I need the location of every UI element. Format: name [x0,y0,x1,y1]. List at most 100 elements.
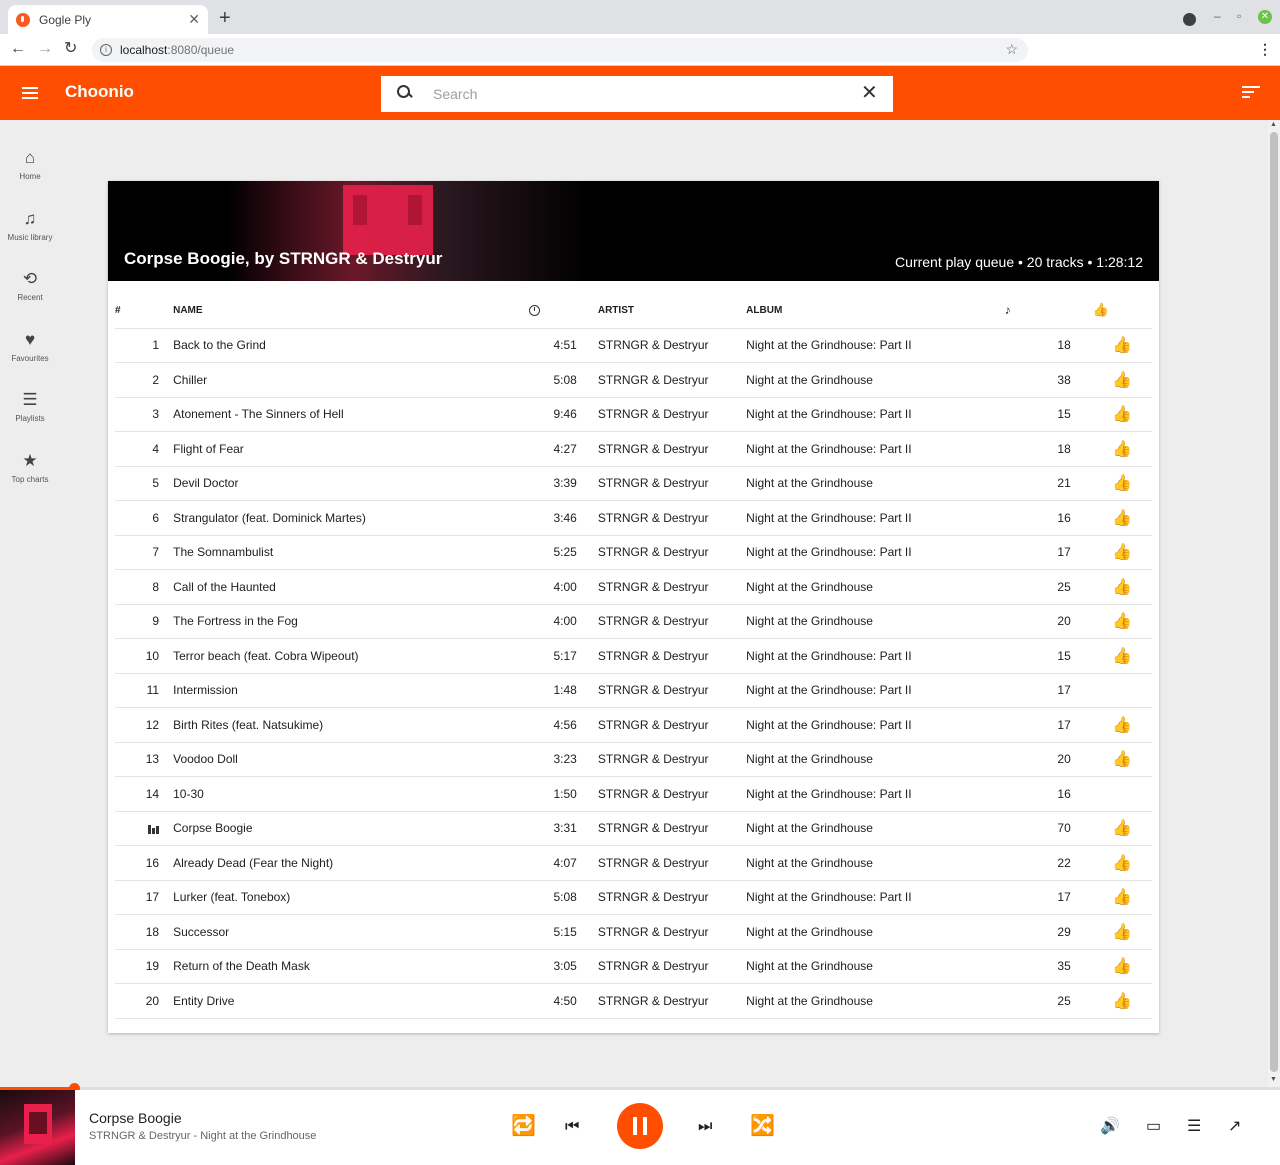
track-album[interactable]: Night at the Grindhouse [746,810,1005,846]
sidebar-item-favourites[interactable]: ♥ Favourites [0,330,60,386]
now-playing-cover[interactable] [0,1090,75,1165]
now-playing-subtitle[interactable]: STRNGR & Destryur - Night at the Grindho… [89,1130,316,1142]
track-album[interactable]: Night at the Grindhouse [746,948,1005,984]
thumb-up-icon[interactable]: 👍 [1112,853,1132,873]
track-rating-cell[interactable]: 👍 [1070,879,1152,915]
thumb-up-icon[interactable]: 👍 [1112,991,1132,1011]
track-rating-cell[interactable]: 👍 [1070,845,1152,880]
table-row[interactable]: 7 The Somnambulist 5:25 STRNGR & Destryur Ni… [115,534,1152,570]
url-field[interactable]: i localhost:8080/queue ☆ [92,38,1028,62]
site-info-icon[interactable]: i [100,44,112,56]
table-row[interactable]: 16 Already Dead (Fear the Night) 4:07 STRNG… [115,845,1152,880]
track-rating-cell[interactable]: 👍 [1070,948,1152,984]
track-album[interactable]: Night at the Grindhouse: Part II [746,500,1005,535]
table-row[interactable]: 10 Terror beach (feat. Cobra Wipeout) 5:17… [115,638,1152,673]
track-rating-cell[interactable] [1070,776,1152,811]
extension-icon[interactable] [1183,13,1196,26]
track-album[interactable]: Night at the Grindhouse [746,603,1005,639]
page-scrollbar[interactable]: ▲ ▼ [1268,120,1280,1088]
window-close-icon[interactable]: ✕ [1258,10,1272,24]
table-row[interactable]: 3 Atonement - The Sinners of Hell 9:46 STRN… [115,396,1152,432]
new-tab-icon[interactable]: + [219,8,231,28]
track-album[interactable]: Night at the Grindhouse: Part II [746,672,1005,708]
table-row[interactable]: 11 Intermission 1:48 STRNGR & Destryur Night… [115,672,1152,708]
table-row[interactable]: 4 Flight of Fear 4:27 STRNGR & Destryur Nigh… [115,431,1152,466]
sidebar-item-recent[interactable]: ⟲ Recent [0,269,60,325]
track-rating-cell[interactable]: 👍 [1070,914,1152,949]
search-icon[interactable] [397,85,411,99]
clear-search-icon[interactable]: ✕ [861,83,878,103]
track-rating-cell[interactable]: 👍 [1070,327,1152,363]
track-artist[interactable]: STRNGR & Destryur [576,776,747,811]
track-rating-cell[interactable]: 👍 [1070,465,1152,501]
now-playing-title[interactable]: Corpse Boogie [89,1110,182,1126]
track-artist[interactable]: STRNGR & Destryur [576,431,747,466]
forward-icon[interactable]: → [37,40,53,58]
col-name-header[interactable]: NAME [173,293,529,328]
search-input[interactable] [433,84,833,104]
queue-menu-icon[interactable] [1242,86,1260,100]
col-artist-header[interactable]: ARTIST [577,293,746,328]
track-rating-cell[interactable]: 👍 [1070,569,1152,604]
reload-icon[interactable]: ↻ [64,40,77,58]
col-rating-header[interactable]: 👍 [1071,293,1152,328]
table-row[interactable]: 17 Lurker (feat. Tonebox) 5:08 STRNGR & Des… [115,879,1152,915]
table-row[interactable]: 2 Chiller 5:08 STRNGR & Destryur Night at th… [115,362,1152,397]
track-album[interactable]: Night at the Grindhouse [746,845,1005,880]
tab-close-icon[interactable]: ✕ [188,11,200,28]
back-icon[interactable]: ← [10,40,26,58]
track-album[interactable]: Night at the Grindhouse: Part II [746,327,1005,363]
shuffle-icon[interactable]: 🔀 [750,1116,775,1136]
track-rating-cell[interactable]: 👍 [1070,396,1152,432]
track-rating-cell[interactable]: 👍 [1070,810,1152,846]
table-row[interactable]: 14 10-30 1:50 STRNGR & Destryur Night at the… [115,776,1152,811]
sidebar-item-top-charts[interactable]: ★ Top charts [0,451,60,507]
thumb-up-icon[interactable]: 👍 [1112,749,1132,769]
track-album[interactable]: Night at the Grindhouse: Part II [746,431,1005,466]
volume-icon[interactable]: 🔊 [1100,1118,1120,1136]
table-row[interactable]: 8 Call of the Haunted 4:00 STRNGR & Destryu… [115,569,1152,604]
table-row[interactable]: 6 Strangulator (feat. Dominick Martes) 3:4… [115,500,1152,535]
table-row[interactable]: 20 Entity Drive 4:50 STRNGR & Destryur Night… [115,983,1152,1019]
maximize-icon[interactable]: ▫ [1237,9,1241,23]
thumb-up-icon[interactable]: 👍 [1112,922,1132,942]
pause-button[interactable] [617,1103,663,1149]
track-album[interactable]: Night at the Grindhouse [746,914,1005,949]
track-album[interactable]: Night at the Grindhouse: Part II [746,534,1005,570]
track-artist[interactable]: STRNGR & Destryur [576,327,747,363]
track-rating-cell[interactable]: 👍 [1070,603,1152,639]
col-album-header[interactable]: ALBUM [746,293,1004,328]
col-duration-header[interactable] [528,293,577,328]
track-artist[interactable]: STRNGR & Destryur [576,362,747,397]
track-artist[interactable]: STRNGR & Destryur [576,672,747,708]
table-row[interactable]: 12 Birth Rites (feat. Natsukime) 4:56 STRNG… [115,707,1152,742]
track-rating-cell[interactable]: 👍 [1070,362,1152,397]
track-artist[interactable]: STRNGR & Destryur [576,810,747,846]
track-rating-cell[interactable]: 👍 [1070,534,1152,570]
track-artist[interactable]: STRNGR & Destryur [576,569,747,604]
track-album[interactable]: Night at the Grindhouse: Part II [746,638,1005,673]
thumb-up-icon[interactable]: 👍 [1112,370,1132,390]
thumb-up-icon[interactable]: 👍 [1112,611,1132,631]
track-artist[interactable]: STRNGR & Destryur [576,707,747,742]
table-row[interactable]: 18 Successor 5:15 STRNGR & Destryur Night at… [115,914,1152,949]
thumb-up-icon[interactable]: 👍 [1112,542,1132,562]
table-row[interactable]: Corpse Boogie 3:31 STRNGR & Destryur Night … [115,810,1152,846]
scroll-down-icon[interactable]: ▼ [1270,1076,1277,1083]
bookmark-star-icon[interactable]: ☆ [1005,41,1018,58]
track-album[interactable]: Night at the Grindhouse [746,362,1005,397]
thumb-up-icon[interactable]: 👍 [1112,335,1132,355]
track-album[interactable]: Night at the Grindhouse [746,983,1005,1019]
track-rating-cell[interactable]: 👍 [1070,638,1152,673]
cast-icon[interactable]: ▭ [1146,1118,1161,1136]
thumb-up-icon[interactable]: 👍 [1112,439,1132,459]
app-brand[interactable]: Choonio [65,82,134,102]
thumb-up-icon[interactable]: 👍 [1112,887,1132,907]
track-artist[interactable]: STRNGR & Destryur [576,741,747,777]
table-row[interactable]: 1 Back to the Grind 4:51 STRNGR & Destryur N… [115,327,1152,363]
thumb-up-icon[interactable]: 👍 [1112,818,1132,838]
track-rating-cell[interactable]: 👍 [1070,741,1152,777]
track-rating-cell[interactable]: 👍 [1070,500,1152,535]
thumb-up-icon[interactable]: 👍 [1112,715,1132,735]
track-album[interactable]: Night at the Grindhouse: Part II [746,879,1005,915]
